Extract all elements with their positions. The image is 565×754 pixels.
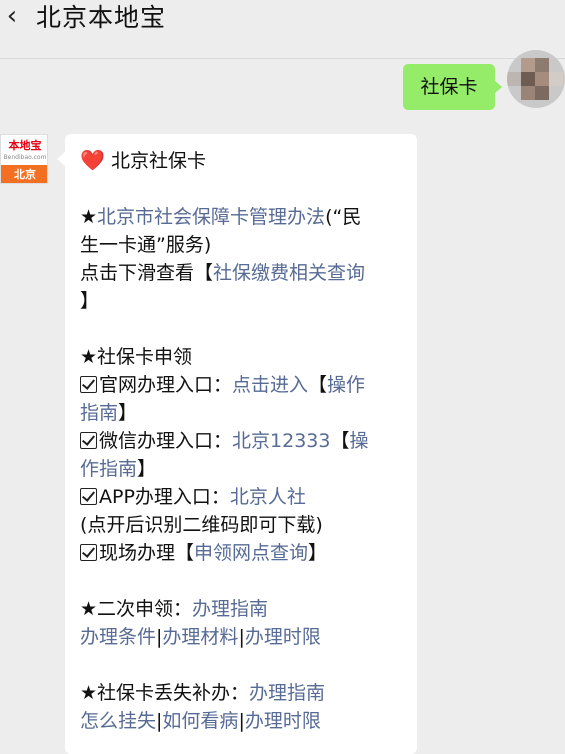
- bracket-open: 【: [308, 374, 328, 396]
- reapply-time-link[interactable]: 办理时限: [245, 626, 321, 648]
- reapply-links: 办理条件|办理材料|办理时限: [80, 623, 410, 651]
- reapply-row: ★二次申领：办理指南: [80, 595, 410, 623]
- app-note: (点开后识别二维码即可下载): [80, 514, 323, 536]
- lost-card-guide-link[interactable]: 办理指南: [249, 682, 325, 704]
- s1-line4: 】: [80, 290, 100, 312]
- reapply-conditions-link[interactable]: 办理条件: [80, 626, 156, 648]
- medical-visit-link[interactable]: 如何看病: [162, 710, 238, 732]
- reapply-label: ★二次申领：: [80, 598, 193, 620]
- s1-line3: 点击下滑查看【社保缴费相关查询: [80, 259, 410, 287]
- message-heading: ❤️ 北京社保卡: [80, 146, 410, 175]
- apply-heading: ★社保卡申领: [80, 346, 193, 368]
- s1-line2: 生一卡通”服务): [80, 234, 212, 256]
- lost-card-row: ★社保卡丢失补办：办理指南: [80, 679, 410, 707]
- wechat-label: 微信办理入口：: [99, 430, 233, 452]
- s1-text1: (“民: [325, 206, 362, 228]
- bracket-close: 】: [308, 542, 328, 564]
- reapply-guide-link[interactable]: 办理指南: [192, 598, 268, 620]
- checkbox-icon: [80, 544, 97, 561]
- user-avatar[interactable]: [507, 50, 565, 108]
- apply-row-website: 官网办理入口：点击进入【操作: [80, 371, 410, 399]
- chevron-left-icon[interactable]: ‹: [0, 3, 24, 29]
- bot-message-bubble: ❤️ 北京社保卡 ★北京市社会保障卡管理办法(“民 生一卡通”服务) 点击下滑查…: [57, 134, 417, 754]
- heart-icon: ❤️: [80, 148, 105, 172]
- lost-card-time-link[interactable]: 办理时限: [245, 710, 321, 732]
- bot-avatar[interactable]: 本地宝 Bendibao.com 北京: [0, 134, 48, 184]
- bot-message-content: ❤️ 北京社保卡 ★北京市社会保障卡管理办法(“民 生一卡通”服务) 点击下滑查…: [80, 146, 410, 735]
- wechat-12333-link[interactable]: 北京12333: [232, 430, 330, 452]
- bot-logo-city: 北京: [1, 165, 47, 183]
- s1-text3: 点击下滑查看【: [80, 262, 214, 284]
- chat-header: ‹ 北京本地宝: [0, 0, 565, 59]
- onsite-query-link[interactable]: 申领网点查询: [194, 542, 308, 564]
- checkbox-icon: [80, 432, 97, 449]
- app-label: APP办理入口：: [99, 486, 230, 508]
- chat-title: 北京本地宝: [36, 3, 167, 32]
- website-label: 官网办理入口：: [99, 374, 233, 396]
- user-message-text: 社保卡: [420, 76, 478, 98]
- s1-line1: ★北京市社会保障卡管理办法(“民: [80, 203, 410, 231]
- website-guide-link-a[interactable]: 操作: [327, 374, 365, 396]
- bracket-open: 【: [330, 430, 350, 452]
- wechat-guide-link-b[interactable]: 作指南: [80, 458, 137, 480]
- apply-row-app: APP办理入口：北京人社: [80, 483, 410, 511]
- payment-query-link[interactable]: 社保缴费相关查询: [213, 262, 365, 284]
- bracket-close: 】: [118, 402, 138, 424]
- report-loss-link[interactable]: 怎么挂失: [80, 710, 156, 732]
- lost-card-links: 怎么挂失|如何看病|办理时限: [80, 707, 410, 735]
- apply-row-onsite: 现场办理【申领网点查询】: [80, 539, 410, 567]
- bracket-close: 】: [137, 458, 157, 480]
- app-link[interactable]: 北京人社: [230, 486, 306, 508]
- lost-card-label: ★社保卡丢失补办：: [80, 682, 250, 704]
- checkbox-icon: [80, 376, 97, 393]
- reapply-materials-link[interactable]: 办理材料: [162, 626, 238, 648]
- website-enter-link[interactable]: 点击进入: [232, 374, 308, 396]
- user-message-bubble[interactable]: 社保卡: [403, 64, 502, 110]
- website-guide-link-b[interactable]: 指南: [80, 402, 118, 424]
- heading-text: 北京社保卡: [110, 150, 206, 172]
- wechat-guide-link-a[interactable]: 操: [349, 430, 368, 452]
- management-rules-link[interactable]: 北京市社会保障卡管理办法: [97, 206, 325, 228]
- checkbox-icon: [80, 488, 97, 505]
- apply-row-wechat: 微信办理入口：北京12333【操: [80, 427, 410, 455]
- star-mark: ★: [80, 206, 98, 228]
- onsite-label: 现场办理【: [99, 542, 195, 564]
- apply-row-website-cont: 指南】: [80, 399, 410, 427]
- bot-logo-sub: Bendibao.com: [3, 154, 47, 161]
- apply-row-wechat-cont: 作指南】: [80, 455, 410, 483]
